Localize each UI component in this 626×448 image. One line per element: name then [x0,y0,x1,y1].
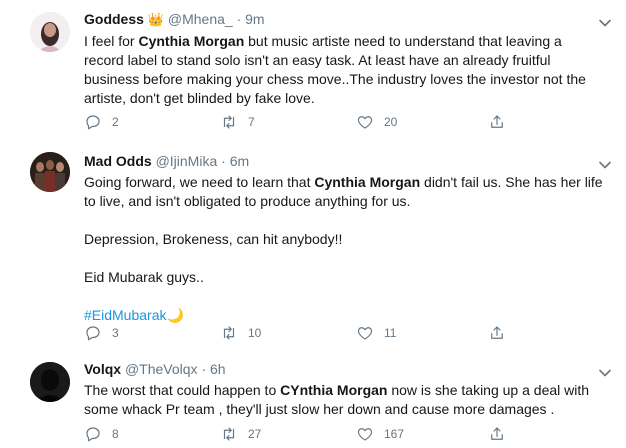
retweet-icon [223,326,235,340]
like-button[interactable]: 11 [356,323,396,343]
like-count: 11 [384,326,397,340]
tweet[interactable]: Mad Odds @IjinMika · 6m Going forward, w… [0,142,626,351]
like-button[interactable]: 20 [356,112,397,132]
like-button[interactable]: 167 [356,424,404,444]
avatar[interactable] [30,362,70,402]
avatar[interactable] [30,12,70,52]
separator: · [236,11,242,27]
retweet-button[interactable]: 10 [220,323,261,343]
retweet-count: 27 [248,427,262,441]
display-name[interactable]: Goddess [84,11,144,27]
reply-button[interactable]: 2 [84,112,119,132]
display-name[interactable]: Mad Odds [84,153,152,169]
tweet[interactable]: Volqx @TheVolqx · 6h The worst that coul… [0,350,626,448]
reply-icon [86,427,100,442]
chevron-down-icon[interactable] [598,16,612,30]
display-name[interactable]: Volqx [84,361,121,377]
retweet-count: 10 [248,326,262,340]
reply-button[interactable]: 8 [84,424,119,444]
retweet-button[interactable]: 27 [220,424,261,444]
chevron-down-icon[interactable] [598,158,612,172]
crown-emoji: 👑 [147,12,164,27]
retweet-icon [223,115,235,129]
tweet-text: The worst that could happen to CYnthia M… [84,382,590,417]
avatar[interactable] [30,152,70,192]
retweet-button[interactable]: 7 [220,112,255,132]
share-button[interactable] [488,424,506,444]
reply-icon [86,326,100,341]
tweet-text: I feel for Cynthia Morgan but music arti… [84,33,586,106]
like-count: 167 [384,427,405,441]
tweet[interactable]: Goddess 👑 @Mhena_ · 9m I feel for Cynthi… [0,0,626,143]
timestamp[interactable]: 6m [230,153,249,169]
chevron-down-icon[interactable] [598,366,612,380]
retweet-icon [223,427,235,441]
heart-icon [357,327,373,340]
mention-highlight: Cynthia Morgan [138,33,245,49]
mention-highlight: Cynthia Morgan [314,174,421,190]
tweet-actions: 3 10 11 [84,323,524,343]
reply-count: 3 [112,326,119,340]
share-icon [491,427,503,440]
separator: · [221,153,226,169]
user-handle[interactable]: @TheVolqx [125,361,198,377]
like-count: 20 [384,115,398,129]
reply-icon [86,115,100,130]
mention-highlight: CYnthia Morgan [280,382,388,398]
timestamp[interactable]: 6h [210,361,226,377]
share-button[interactable] [488,112,506,132]
share-button[interactable] [488,323,506,343]
separator: · [201,361,207,377]
timestamp[interactable]: 9m [245,11,264,27]
reply-button[interactable]: 3 [84,323,119,343]
share-icon [491,115,503,128]
reply-count: 2 [112,115,119,129]
heart-icon [357,428,373,441]
heart-icon [357,116,373,129]
share-icon [491,326,503,339]
moon-emoji: 🌙 [166,307,184,323]
reply-count: 8 [112,427,119,441]
retweet-count: 7 [248,115,255,129]
user-handle[interactable]: @IjinMika [156,153,218,169]
tweet-actions: 2 7 20 [84,112,524,132]
hashtag-link[interactable]: #EidMubarak [84,307,167,323]
tweet-actions: 8 27 167 [84,424,524,444]
tweet-text: Going forward, we need to learn that Cyn… [84,174,603,323]
user-handle[interactable]: @Mhena_ [168,11,233,27]
